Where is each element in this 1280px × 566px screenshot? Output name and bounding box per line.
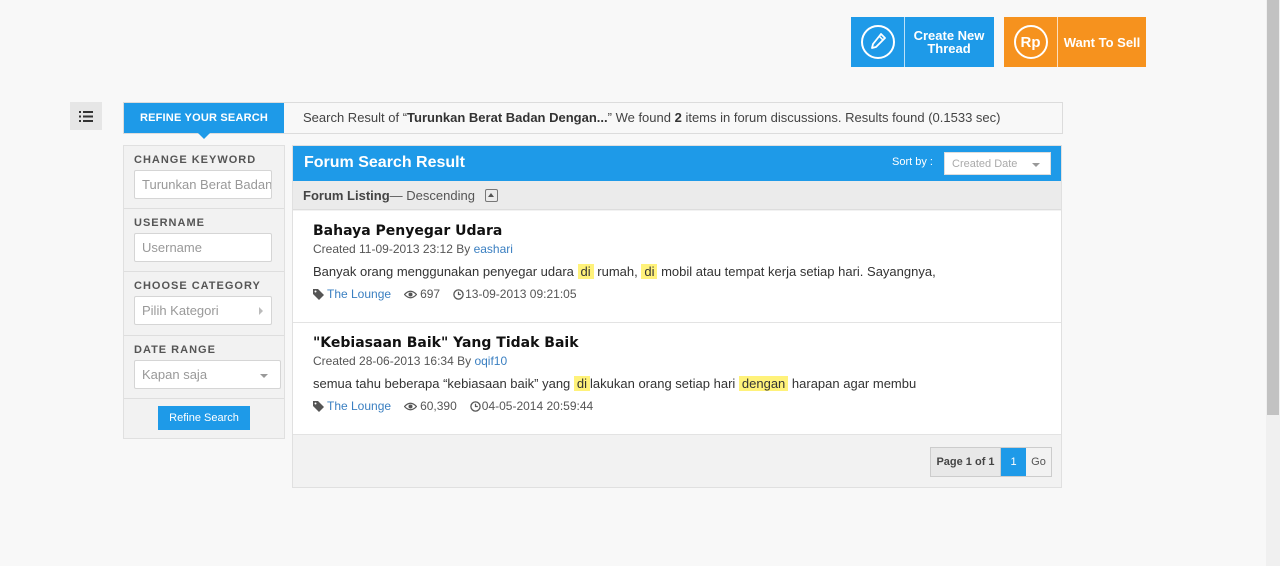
category-label: CHOOSE CATEGORY: [134, 280, 261, 292]
thread-snippet: Banyak orang menggunakan penyegar udara …: [313, 264, 936, 279]
thread-last-post: 13-09-2013 09:21:05: [465, 287, 577, 301]
results-header: Forum Search Result Sort by : Created Da…: [293, 146, 1061, 181]
refine-search-button[interactable]: Refine Search: [158, 406, 250, 430]
thread-author-link[interactable]: eashari: [474, 242, 513, 256]
summary-suffix: items in forum discussions. Results foun…: [681, 110, 1001, 125]
username-section: USERNAME Username: [124, 209, 284, 272]
thread-item: Bahaya Penyegar Udara Created 11-09-2013…: [293, 211, 1061, 323]
results-title: Forum Search Result: [304, 154, 465, 171]
thread-views: 60,390: [420, 399, 457, 413]
create-thread-button[interactable]: Create New Thread: [851, 17, 994, 67]
sort-label: Sort by :: [892, 156, 933, 168]
want-to-sell-button[interactable]: Rp Want To Sell: [1004, 17, 1146, 67]
tag-icon: [313, 288, 324, 300]
keyword-label: CHANGE KEYWORD: [134, 154, 257, 166]
thread-created: Created 28-06-2013 16:34 By: [313, 354, 475, 368]
eye-icon: [404, 402, 418, 411]
chevron-right-icon: [259, 307, 263, 315]
chevron-down-icon: [260, 374, 268, 378]
date-range-label: DATE RANGE: [134, 344, 216, 356]
go-button[interactable]: Go: [1026, 448, 1051, 476]
thread-footer: The Lounge 60,390 04-05-2014 20:59:44: [313, 399, 593, 413]
forum-results-panel: Forum Search Result Sort by : Created Da…: [292, 145, 1062, 488]
username-label: USERNAME: [134, 217, 205, 229]
thread-last-post: 04-05-2014 20:59:44: [481, 399, 594, 413]
thread-category-link[interactable]: The Lounge: [327, 287, 391, 301]
clock-icon: [453, 288, 464, 300]
summary-prefix: Search Result of “: [303, 110, 408, 125]
snippet-text: semua tahu beberapa “kebiasaan baik” yan…: [313, 376, 574, 391]
rupiah-icon-text: Rp: [1020, 33, 1041, 51]
thread-snippet: semua tahu beberapa “kebiasaan baik” yan…: [313, 376, 916, 391]
create-thread-label: Create New Thread: [913, 28, 985, 56]
snippet-text: harapan agar membu: [788, 376, 917, 391]
thread-title-link[interactable]: "Kebiasaan Baik" Yang Tidak Baik: [313, 335, 579, 351]
thread-created: Created 11-09-2013 23:12 By: [313, 242, 474, 256]
refine-tab-caret: [198, 133, 210, 139]
category-select[interactable]: Pilih Kategori: [134, 296, 272, 325]
listing-bar: Forum Listing — Descending: [293, 181, 1061, 210]
chevron-down-icon: [1032, 163, 1040, 167]
thread-author-link[interactable]: oqif10: [474, 354, 507, 368]
summary-mid: ” We found: [607, 110, 675, 125]
sort-select-value: Created Date: [952, 157, 1018, 170]
refine-sidebar: CHANGE KEYWORD Turunkan Berat Badan Deng…: [123, 145, 285, 439]
snippet-highlight: di: [573, 376, 591, 391]
thread-category-link[interactable]: The Lounge: [327, 399, 391, 413]
snippet-text: Banyak orang menggunakan penyegar udara: [313, 264, 578, 279]
collapse-icon[interactable]: [484, 188, 498, 202]
clock-icon: [470, 400, 481, 412]
thread-footer: The Lounge 697 13-09-2013 09:21:05: [313, 287, 577, 301]
listing-label: Forum Listing: [303, 187, 390, 203]
thread-views: 697: [420, 287, 441, 301]
rupiah-icon: Rp: [1004, 17, 1058, 67]
date-range-section: DATE RANGE Kapan saja: [124, 336, 284, 399]
listing-order: — Descending: [389, 187, 475, 203]
snippet-highlight: di: [577, 264, 594, 279]
category-section: CHOOSE CATEGORY Pilih Kategori: [124, 272, 284, 336]
tag-icon: [313, 400, 324, 412]
pagination: Page 1 of 1 1 Go: [930, 447, 1052, 477]
list-view-icon[interactable]: [70, 102, 102, 130]
page-1-button[interactable]: 1: [1001, 448, 1026, 476]
date-range-select[interactable]: Kapan saja: [134, 360, 281, 389]
page-info-label: Page 1 of 1: [936, 456, 995, 468]
snippet-text: lakukan orang setiap hari: [590, 376, 739, 391]
eye-icon: [404, 290, 418, 299]
refine-search-tab[interactable]: REFINE YOUR SEARCH: [124, 103, 284, 139]
category-select-value: Pilih Kategori: [142, 303, 219, 318]
username-input[interactable]: Username: [134, 233, 272, 262]
snippet-highlight: dengan: [738, 376, 789, 391]
scrollbar-thumb[interactable]: [1267, 0, 1279, 415]
summary-count: 2: [674, 110, 682, 125]
summary-query: Turunkan Berat Badan Dengan...: [407, 110, 608, 125]
snippet-highlight: di: [641, 264, 658, 279]
search-summary-text: Search Result of “Turunkan Berat Badan D…: [303, 110, 1000, 125]
page-scrollbar[interactable]: [1266, 0, 1280, 566]
keyword-section: CHANGE KEYWORD Turunkan Berat Badan Deng…: [124, 146, 284, 209]
page-info: Page 1 of 1: [931, 448, 1001, 476]
snippet-text: mobil atau tempat kerja setiap hari. Say…: [657, 264, 936, 279]
thread-title-link[interactable]: Bahaya Penyegar Udara: [313, 223, 502, 239]
keyword-input[interactable]: Turunkan Berat Badan Dengan: [134, 170, 272, 199]
refine-tab-label: REFINE YOUR SEARCH: [139, 112, 269, 124]
thread-item: "Kebiasaan Baik" Yang Tidak Baik Created…: [293, 323, 1061, 435]
snippet-text: rumah,: [593, 264, 642, 279]
want-to-sell-label: Want To Sell: [1063, 34, 1141, 50]
thread-meta: Created 28-06-2013 16:34 By oqif10: [313, 354, 507, 368]
thread-meta: Created 11-09-2013 23:12 By eashari: [313, 242, 513, 256]
sort-select[interactable]: Created Date: [944, 152, 1051, 175]
date-range-value: Kapan saja: [142, 367, 208, 382]
pencil-icon: [851, 17, 905, 67]
